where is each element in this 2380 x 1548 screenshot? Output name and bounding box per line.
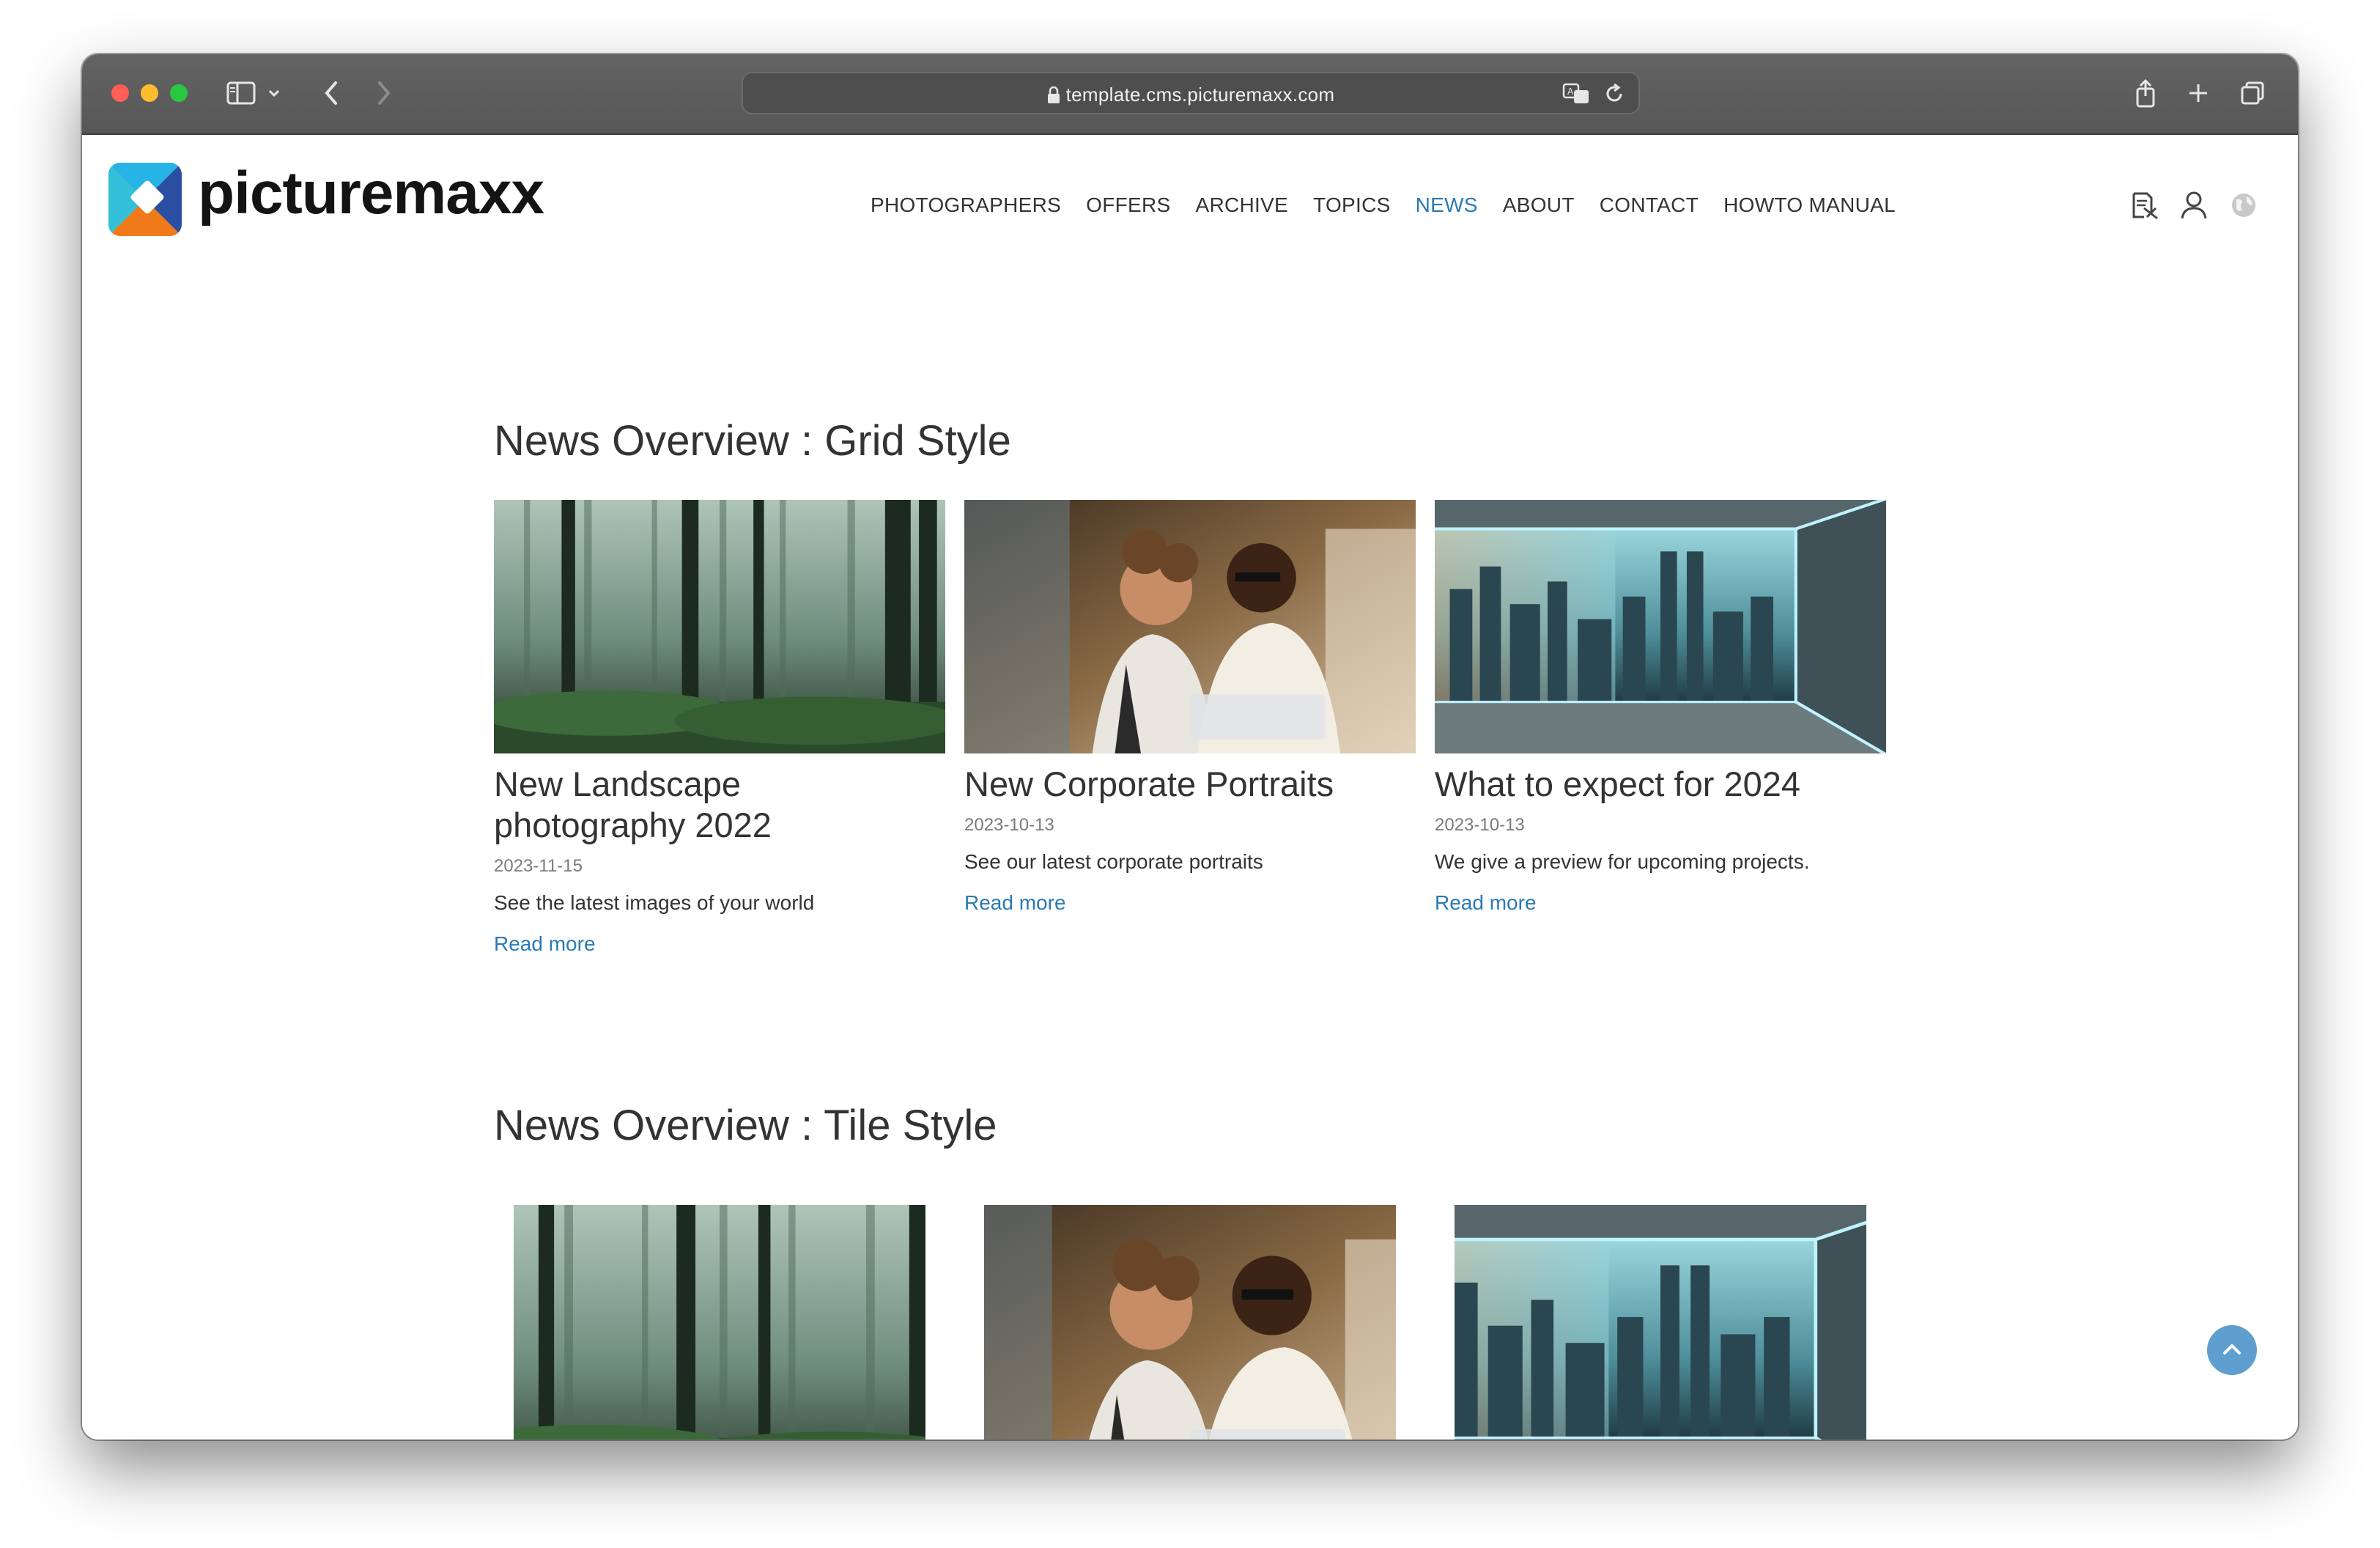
nav-contact[interactable]: CONTACT [1600, 191, 1699, 220]
nav-howto-manual[interactable]: HOWTO MANUAL [1723, 191, 1896, 220]
news-card-description: See the latest images of your world [494, 891, 815, 914]
news-card-title[interactable]: What to expect for 2024 [1435, 764, 1886, 805]
new-tab-icon[interactable] [2185, 76, 2211, 110]
grid-section-title: News Overview : Grid Style [494, 417, 1011, 465]
user-icon[interactable] [2178, 189, 2210, 221]
nav-topics[interactable]: TOPICS [1313, 191, 1391, 220]
nav-news[interactable]: NEWS [1416, 191, 1478, 220]
back-arrow-icon[interactable] [318, 76, 344, 110]
nav-about[interactable]: ABOUT [1503, 191, 1575, 220]
news-card-title[interactable]: New Landscape photography 2022 [494, 764, 945, 846]
read-more-link[interactable]: Read more [494, 932, 596, 956]
nav-photographers[interactable]: PHOTOGRAPHERS [871, 191, 1061, 220]
browser-window: template.cms.picturemaxx.com A picturema… [82, 54, 2298, 1440]
news-card-date: 2023-11-15 [494, 856, 583, 876]
address-bar-url: template.cms.picturemaxx.com [743, 84, 1638, 106]
lock-icon [1047, 86, 1060, 103]
web-page: picturemaxx PHOTOGRAPHERS OFFERS ARCHIVE… [82, 135, 2298, 1440]
url-text: template.cms.picturemaxx.com [1065, 84, 1335, 106]
news-card-title-line: What to expect for 2024 [1435, 764, 1801, 803]
nav-archive[interactable]: ARCHIVE [1195, 191, 1288, 220]
city-skyline-image[interactable] [1435, 500, 1886, 753]
minimize-window-button[interactable] [141, 84, 158, 102]
corporate-portrait-image[interactable] [964, 500, 1416, 753]
svg-text:A: A [1567, 86, 1574, 97]
share-icon[interactable] [2132, 76, 2159, 110]
news-card-title-line: New Landscape [494, 764, 742, 803]
translate-icon[interactable]: A [1562, 82, 1592, 109]
news-card-date: 2023-10-13 [964, 815, 1054, 835]
news-card-description: We give a preview for upcoming projects. [1435, 850, 1810, 873]
foggy-forest-image[interactable] [514, 1205, 925, 1440]
tile-section-title: News Overview : Tile Style [494, 1102, 997, 1149]
forward-arrow-icon[interactable] [371, 76, 397, 110]
main-navigation: PHOTOGRAPHERS OFFERS ARCHIVE TOPICS NEWS… [871, 191, 1921, 220]
nav-offers[interactable]: OFFERS [1086, 191, 1170, 220]
news-card-date: 2023-10-13 [1435, 815, 1525, 835]
news-card-title-line: photography 2022 [494, 806, 772, 844]
tab-overview-icon[interactable] [2238, 76, 2267, 110]
back-to-top-button[interactable] [2207, 1325, 2257, 1375]
news-card-description: See our latest corporate portraits [964, 850, 1263, 873]
site-logo-text[interactable]: picturemaxx [198, 157, 544, 230]
corporate-portrait-image[interactable] [984, 1205, 1396, 1440]
read-more-link[interactable]: Read more [1435, 891, 1537, 915]
browser-toolbar: template.cms.picturemaxx.com A [82, 54, 2298, 135]
zoom-window-button[interactable] [170, 84, 188, 102]
city-skyline-image[interactable] [1455, 1205, 1866, 1440]
read-more-link[interactable]: Read more [964, 891, 1066, 915]
sidebar-toggle-icon[interactable] [224, 76, 258, 110]
close-window-button[interactable] [111, 84, 129, 102]
chevron-down-icon[interactable] [265, 76, 283, 110]
foggy-forest-image[interactable] [494, 500, 945, 753]
reload-icon[interactable] [1603, 82, 1625, 109]
address-bar[interactable]: template.cms.picturemaxx.com A [742, 72, 1640, 114]
globe-icon[interactable] [2228, 189, 2260, 221]
news-card-title-line: New Corporate Portraits [964, 764, 1334, 803]
news-card-title[interactable]: New Corporate Portraits [964, 764, 1416, 805]
chevron-up-icon [2223, 1344, 2241, 1354]
lightbox-icon[interactable] [2128, 189, 2160, 221]
picturemaxx-logo-icon[interactable] [108, 163, 182, 236]
